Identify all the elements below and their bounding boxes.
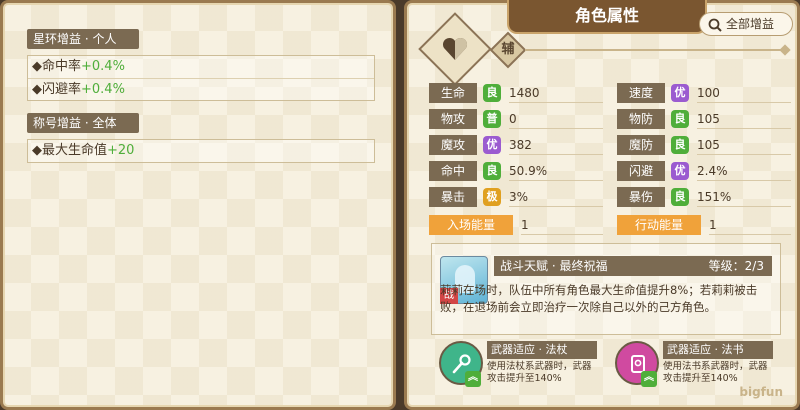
heart-class-icon [418,12,492,86]
stat-underline [521,234,603,235]
search-icon [708,17,722,39]
grade-badge: 普 [483,110,501,128]
weapon-title: 武器适应 · 法杖 [487,341,597,359]
stat-underline [697,206,791,207]
stat-value: 151% [697,190,732,204]
upgrade-chevron-icon: ︽ [641,371,657,387]
stat-value: 100 [697,86,720,100]
stat-phys-def: 物防 良 105 [617,109,793,129]
buff-panel: 星环增益 · 个人 ◆命中率+0.4% ◆闪避率+0.4% 称号增益 · 全体 … [0,0,396,410]
stat-label: 速度 [617,83,665,103]
buff-value: +20 [107,143,135,158]
buff-value: +0.4% [81,82,125,97]
stat-value: 1480 [509,86,540,100]
buff-row-max-hp: ◆最大生命值+20 [28,140,374,162]
talent-title: 战斗天赋 · 最终祝福 [500,259,608,273]
stat-value: 1 [521,218,529,232]
buff-row-hit: ◆命中率+0.4% [28,56,374,78]
stat-label: 入场能量 [429,215,513,235]
buff-row-dodge: ◆闪避率+0.4% [28,78,374,100]
grade-badge: 优 [671,84,689,102]
grade-badge: 良 [483,162,501,180]
stat-value: 3% [509,190,529,204]
stat-underline [509,180,603,181]
all-buffs-label: 全部增益 [726,17,775,31]
star-ring-header: 星环增益 · 个人 [27,29,139,49]
stat-underline [697,180,791,181]
upgrade-chevron-icon: ︽ [465,371,481,387]
stat-crit: 暴击 极 3% [429,187,605,207]
stat-label: 物攻 [429,109,477,129]
buff-value: +0.4% [81,59,125,74]
stat-underline [509,206,603,207]
stat-label: 魔攻 [429,135,477,155]
stat-label: 行动能量 [617,215,701,235]
stat-mag-def: 魔防 良 105 [617,135,793,155]
grade-badge: 良 [671,136,689,154]
stat-phys-atk: 物攻 普 0 [429,109,605,129]
talent-card: 战 战斗天赋 · 最终祝福 等级：2/3 莉莉在场时，队伍中所有角色最大生命值提… [431,243,781,335]
attributes-panel: 角色属性 全部增益 辅 生命 良 1480 速度 优 100 物攻 普 0 物防… [404,0,800,410]
role-badge: 辅 [489,31,527,69]
weapon-adapt-staff[interactable]: ︽ 武器适应 · 法杖 使用法杖系武器时，武器攻击提升至140% [433,339,601,393]
stat-underline [509,102,603,103]
stat-value: 0 [509,112,517,126]
stat-value: 382 [509,138,532,152]
star-ring-list: ◆命中率+0.4% ◆闪避率+0.4% [27,55,375,101]
talent-description: 莉莉在场时，队伍中所有角色最大生命值提升8%；若莉莉被击败，在退场前会立即治疗一… [440,283,758,314]
stat-underline [509,128,603,129]
grade-badge: 极 [483,188,501,206]
weapon-title: 武器适应 · 法书 [663,341,773,359]
stat-label: 生命 [429,83,477,103]
role-divider [525,49,785,51]
stat-action-energy: 行动能量 1 [617,215,793,235]
stat-value: 2.4% [697,164,728,178]
stat-hp: 生命 良 1480 [429,83,605,103]
stat-label: 命中 [429,161,477,181]
stat-hit: 命中 良 50.9% [429,161,605,181]
talent-level: 等级：2/3 [708,259,764,273]
stat-crit-dmg: 暴伤 良 151% [617,187,793,207]
stat-speed: 速度 优 100 [617,83,793,103]
title-buff-list: ◆最大生命值+20 [27,139,375,163]
stat-value: 50.9% [509,164,548,178]
grade-badge: 优 [483,136,501,154]
stat-label: 物防 [617,109,665,129]
grade-badge: 优 [671,162,689,180]
grade-badge: 良 [671,110,689,128]
stat-underline [697,154,791,155]
stat-underline [697,102,791,103]
stat-value: 105 [697,138,720,152]
stat-value: 1 [709,218,717,232]
role-badge-label: 辅 [501,42,515,57]
weapon-description: 使用法书系武器时，武器攻击提升至140% [663,361,768,384]
stat-underline [509,154,603,155]
buff-label: ◆闪避率 [32,82,81,97]
grade-badge: 良 [671,188,689,206]
stat-entry-energy: 入场能量 1 [429,215,605,235]
panel-title: 角色属性 [507,0,707,34]
title-buff-header: 称号增益 · 全体 [27,113,139,133]
stat-label: 魔防 [617,135,665,155]
buff-label: ◆命中率 [32,59,81,74]
stat-label: 闪避 [617,161,665,181]
stat-mag-atk: 魔攻 优 382 [429,135,605,155]
stat-label: 暴伤 [617,187,665,207]
grade-badge: 良 [483,84,501,102]
stat-underline [709,234,791,235]
stat-label: 暴击 [429,187,477,207]
buff-label: ◆最大生命值 [32,143,107,158]
talent-name: 战斗天赋 · 最终祝福 等级：2/3 [494,256,772,276]
stat-value: 105 [697,112,720,126]
all-buffs-button[interactable]: 全部增益 [699,12,793,36]
watermark: bigfun [739,385,783,399]
stat-underline [697,128,791,129]
stat-dodge: 闪避 优 2.4% [617,161,793,181]
weapon-description: 使用法杖系武器时，武器攻击提升至140% [487,361,592,384]
